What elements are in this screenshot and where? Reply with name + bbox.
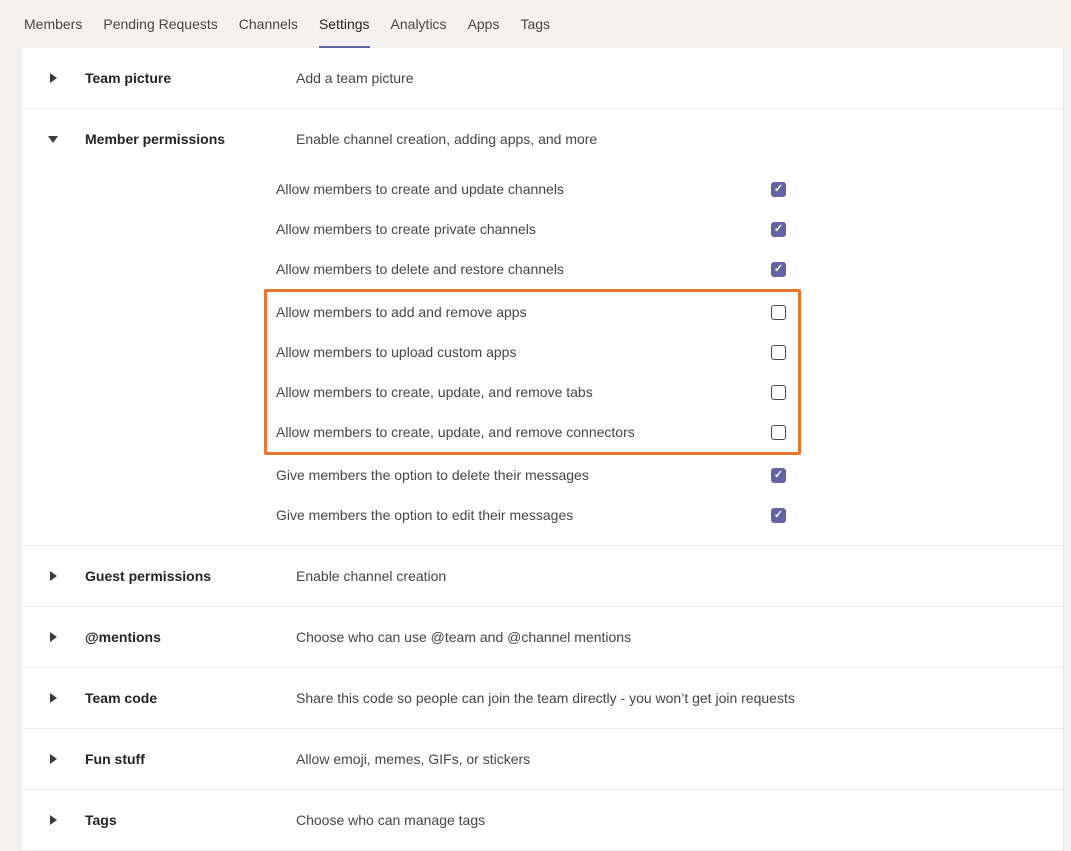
chevron-right-icon: [45, 73, 61, 83]
option-create-update-remove-tabs: Allow members to create, update, and rem…: [276, 372, 786, 412]
chevron-right-icon: [45, 693, 61, 703]
option-label: Give members the option to edit their me…: [276, 507, 573, 523]
section-title: Guest permissions: [85, 568, 296, 584]
checkbox-create-update-remove-connectors[interactable]: ✓: [771, 425, 786, 440]
checkbox-edit-their-messages[interactable]: ✓: [771, 508, 786, 523]
tab-tags[interactable]: Tags: [520, 0, 550, 48]
chevron-right-icon: [45, 754, 61, 764]
section-guest-permissions: Guest permissions Enable channel creatio…: [21, 545, 1063, 606]
checkbox-delete-restore-channels[interactable]: ✓: [771, 262, 786, 277]
option-label: Allow members to create, update, and rem…: [276, 384, 593, 400]
section-tags-header[interactable]: Tags Choose who can manage tags: [21, 790, 1063, 850]
section-guest-permissions-header[interactable]: Guest permissions Enable channel creatio…: [21, 546, 1063, 606]
option-create-private-channels: Allow members to create private channels…: [276, 209, 786, 249]
tab-bar: Members Pending Requests Channels Settin…: [0, 0, 1071, 48]
check-icon: ✓: [774, 264, 783, 275]
section-title: Fun stuff: [85, 751, 296, 767]
option-label: Allow members to delete and restore chan…: [276, 261, 564, 277]
chevron-right-icon: [45, 815, 61, 825]
option-create-update-channels: Allow members to create and update chann…: [276, 169, 786, 209]
highlight-annotation: Allow members to add and remove apps ✓ A…: [264, 289, 801, 455]
section-team-code: Team code Share this code so people can …: [21, 667, 1063, 728]
section-description: Enable channel creation, adding apps, an…: [296, 131, 597, 147]
tab-members[interactable]: Members: [24, 0, 82, 48]
option-add-remove-apps: Allow members to add and remove apps ✓: [276, 292, 786, 332]
section-member-permissions-header[interactable]: Member permissions Enable channel creati…: [21, 109, 1063, 169]
option-label: Allow members to create and update chann…: [276, 181, 564, 197]
option-delete-restore-channels: Allow members to delete and restore chan…: [276, 249, 786, 289]
section-mentions-header[interactable]: @mentions Choose who can use @team and @…: [21, 607, 1063, 667]
option-upload-custom-apps: Allow members to upload custom apps ✓: [276, 332, 786, 372]
section-member-permissions: Member permissions Enable channel creati…: [21, 108, 1063, 545]
section-description: Choose who can use @team and @channel me…: [296, 629, 631, 645]
checkbox-create-update-channels[interactable]: ✓: [771, 182, 786, 197]
section-title: Member permissions: [85, 131, 296, 147]
option-label: Allow members to create private channels: [276, 221, 536, 237]
checkbox-add-remove-apps[interactable]: ✓: [771, 305, 786, 320]
section-description: Choose who can manage tags: [296, 812, 485, 828]
option-create-update-remove-connectors: Allow members to create, update, and rem…: [276, 412, 786, 452]
section-description: Add a team picture: [296, 70, 414, 86]
check-icon: ✓: [774, 224, 783, 235]
option-label: Allow members to add and remove apps: [276, 304, 527, 320]
option-edit-their-messages: Give members the option to edit their me…: [276, 495, 786, 535]
tab-settings[interactable]: Settings: [319, 0, 370, 48]
section-fun-stuff: Fun stuff Allow emoji, memes, GIFs, or s…: [21, 728, 1063, 789]
option-label: Allow members to upload custom apps: [276, 344, 516, 360]
section-description: Share this code so people can join the t…: [296, 690, 795, 706]
section-description: Enable channel creation: [296, 568, 446, 584]
checkbox-create-update-remove-tabs[interactable]: ✓: [771, 385, 786, 400]
section-team-picture: Team picture Add a team picture: [21, 48, 1063, 108]
check-icon: ✓: [774, 470, 783, 481]
checkbox-upload-custom-apps[interactable]: ✓: [771, 345, 786, 360]
section-title: Team code: [85, 690, 296, 706]
section-fun-stuff-header[interactable]: Fun stuff Allow emoji, memes, GIFs, or s…: [21, 729, 1063, 789]
chevron-right-icon: [45, 571, 61, 581]
section-description: Allow emoji, memes, GIFs, or stickers: [296, 751, 530, 767]
option-label: Give members the option to delete their …: [276, 467, 589, 483]
checkbox-create-private-channels[interactable]: ✓: [771, 222, 786, 237]
section-team-code-header[interactable]: Team code Share this code so people can …: [21, 668, 1063, 728]
option-delete-their-messages: Give members the option to delete their …: [276, 455, 786, 495]
tab-apps[interactable]: Apps: [468, 0, 500, 48]
option-label: Allow members to create, update, and rem…: [276, 424, 635, 440]
section-title: @mentions: [85, 629, 296, 645]
chevron-right-icon: [45, 632, 61, 642]
settings-panel: Team picture Add a team picture Member p…: [20, 48, 1064, 851]
section-tags: Tags Choose who can manage tags: [21, 789, 1063, 850]
section-mentions: @mentions Choose who can use @team and @…: [21, 606, 1063, 667]
tab-pending-requests[interactable]: Pending Requests: [103, 0, 217, 48]
tab-channels[interactable]: Channels: [239, 0, 298, 48]
tab-analytics[interactable]: Analytics: [391, 0, 447, 48]
check-icon: ✓: [774, 510, 783, 521]
section-title: Team picture: [85, 70, 296, 86]
chevron-down-icon: [45, 136, 61, 143]
checkbox-delete-their-messages[interactable]: ✓: [771, 468, 786, 483]
check-icon: ✓: [774, 184, 783, 195]
section-title: Tags: [85, 812, 296, 828]
section-team-picture-header[interactable]: Team picture Add a team picture: [21, 48, 1063, 108]
member-permissions-options: Allow members to create and update chann…: [276, 169, 786, 545]
